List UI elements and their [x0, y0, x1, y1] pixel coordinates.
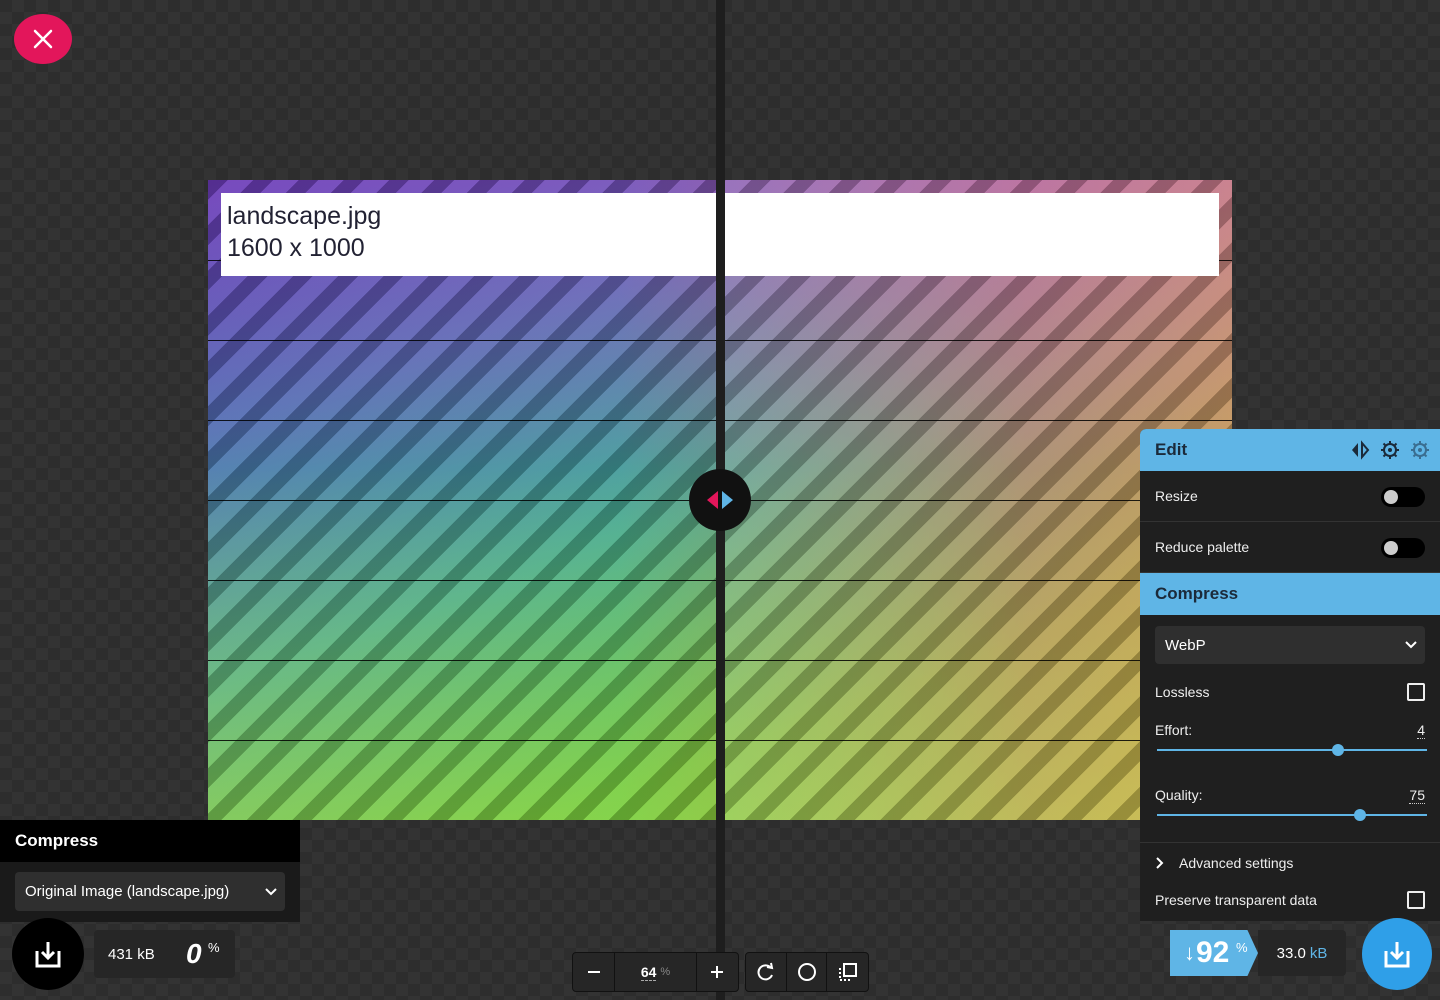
- quality-slider-track[interactable]: [1157, 814, 1427, 816]
- preserve-transparent-row: Preserve transparent data: [1140, 882, 1440, 918]
- minus-icon: [587, 971, 600, 973]
- rotate-icon: [757, 962, 774, 981]
- edit-panel: Edit Resize Reduce palette Compress WebP…: [1140, 429, 1440, 921]
- zoom-unit: %: [660, 966, 671, 978]
- download-compressed-button[interactable]: [1362, 918, 1432, 990]
- download-icon: [35, 942, 61, 968]
- compressed-size: 33.0: [1276, 944, 1306, 962]
- format-select[interactable]: WebP: [1155, 626, 1425, 664]
- advanced-settings-label: Advanced settings: [1179, 854, 1294, 871]
- preserve-transparent-label: Preserve transparent data: [1155, 892, 1317, 908]
- lossless-checkbox[interactable]: [1407, 683, 1425, 701]
- savings-sign: %: [1236, 940, 1248, 955]
- left-image-select[interactable]: Original Image (landscape.jpg): [15, 872, 285, 911]
- savings-value: 92: [1196, 936, 1230, 969]
- import-settings-icon[interactable]: [1410, 440, 1430, 460]
- format-value: WebP: [1165, 636, 1206, 654]
- plus-icon: [711, 966, 724, 978]
- lossless-row: Lossless: [1140, 672, 1440, 712]
- reduce-palette-toggle-knob: [1384, 541, 1398, 555]
- resize-label: Resize: [1155, 488, 1198, 504]
- original-percent: 0: [186, 938, 202, 969]
- swap-sides-icon[interactable]: [1350, 440, 1370, 460]
- compress-title: Compress: [1155, 584, 1239, 603]
- chevron-down-icon: [1405, 641, 1417, 649]
- divider-handle[interactable]: [689, 469, 751, 531]
- quality-slider-thumb[interactable]: [1353, 809, 1366, 821]
- left-select-value: Original Image (landscape.jpg): [25, 883, 230, 900]
- original-size: 431 kB: [108, 945, 155, 963]
- zoom-value-field[interactable]: 64 %: [614, 952, 697, 992]
- left-panel-title: Compress: [0, 820, 300, 862]
- resize-toggle[interactable]: [1381, 487, 1425, 507]
- background-toggle-icon: [797, 963, 816, 981]
- quality-slider-block: Quality: 75: [1140, 777, 1440, 842]
- preserve-transparent-checkbox[interactable]: [1407, 891, 1425, 909]
- copy-settings-icon[interactable]: [1380, 440, 1400, 460]
- effort-slider-thumb[interactable]: [1331, 744, 1344, 756]
- crop-button[interactable]: [827, 952, 868, 992]
- reduce-palette-toggle[interactable]: [1381, 538, 1425, 558]
- effort-label: Effort:: [1155, 722, 1193, 738]
- chevron-right-icon: [1156, 856, 1164, 869]
- original-size-box: 431 kB 0 %: [94, 930, 235, 978]
- format-select-wrap: WebP: [1140, 615, 1440, 672]
- effort-slider-track[interactable]: [1157, 749, 1427, 751]
- advanced-settings-row[interactable]: Advanced settings: [1140, 842, 1440, 882]
- resize-toggle-knob: [1384, 490, 1398, 504]
- chevron-down-icon: [265, 887, 277, 895]
- savings-badge: ↓ 92 %: [1170, 930, 1258, 976]
- edit-title: Edit: [1155, 440, 1188, 459]
- compressed-size-unit: kB: [1309, 944, 1328, 962]
- close-button[interactable]: [14, 14, 72, 64]
- background-toggle-button[interactable]: [787, 952, 828, 992]
- drag-arrows-icon: [707, 491, 733, 509]
- rotate-button[interactable]: [746, 952, 787, 992]
- quality-label: Quality:: [1155, 787, 1203, 803]
- zoom-out-button[interactable]: [573, 952, 614, 992]
- compress-panel-header: Compress: [1140, 573, 1440, 615]
- compressed-size-box: 33.0 kB: [1258, 930, 1346, 976]
- savings-arrow: ↓: [1184, 940, 1195, 965]
- effort-slider-block: Effort: 4: [1140, 712, 1440, 777]
- download-icon: [1384, 942, 1410, 968]
- left-compress-panel: Compress Original Image (landscape.jpg): [0, 820, 300, 922]
- reduce-palette-row: Reduce palette: [1140, 522, 1440, 573]
- reduce-palette-label: Reduce palette: [1155, 539, 1250, 555]
- zoom-controls: 64 %: [572, 952, 739, 992]
- crop-icon: [838, 963, 857, 981]
- edit-panel-header: Edit: [1140, 429, 1440, 471]
- view-tools: [745, 952, 869, 992]
- close-icon: [33, 29, 53, 49]
- resize-row: Resize: [1140, 471, 1440, 522]
- download-original-button[interactable]: [12, 918, 84, 990]
- lossless-label: Lossless: [1155, 684, 1210, 700]
- original-percent-sign: %: [208, 940, 220, 955]
- zoom-value: 64: [640, 963, 657, 981]
- effort-value[interactable]: 4: [1417, 722, 1425, 739]
- quality-value[interactable]: 75: [1409, 787, 1425, 804]
- zoom-in-button[interactable]: [697, 952, 738, 992]
